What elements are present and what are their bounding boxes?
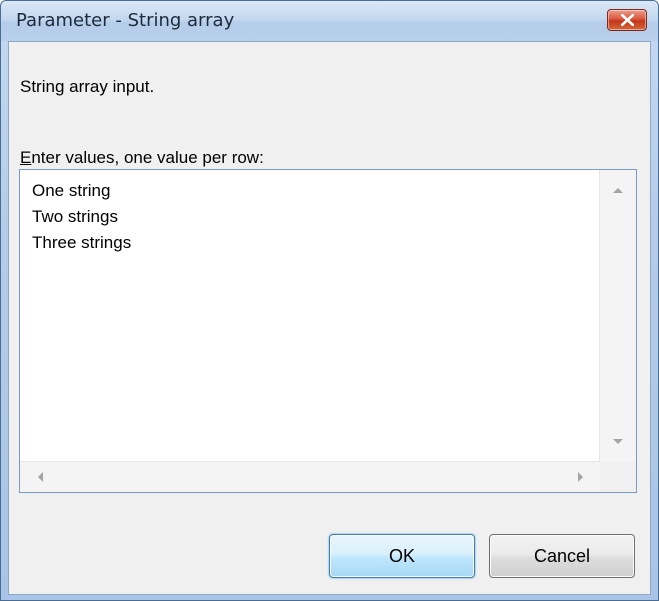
window-title: Parameter - String array [16,10,235,31]
scroll-right-arrow-icon[interactable] [578,472,583,482]
values-label-text: nter values, one value per row: [31,148,264,167]
ok-button[interactable]: OK [329,534,475,578]
values-label: Enter values, one value per row: [20,148,264,168]
vertical-scrollbar[interactable] [599,170,636,462]
value-line: One string [32,181,111,200]
title-bar[interactable]: Parameter - String array [1,1,658,41]
dialog-window: Parameter - String array String array in… [0,0,659,601]
horizontal-scrollbar[interactable] [20,461,600,492]
close-button[interactable] [607,9,647,31]
cancel-button[interactable]: Cancel [489,534,635,578]
values-text: One string Two strings Three strings [32,178,131,256]
parameter-description: String array input. [20,77,155,96]
scroll-left-arrow-icon[interactable] [38,472,43,482]
values-label-mnemonic: E [20,148,32,167]
scroll-up-arrow-icon[interactable] [613,188,623,193]
value-line: Three strings [32,233,132,252]
values-textarea[interactable]: One string Two strings Three strings [19,169,637,493]
close-icon [621,14,634,26]
scrollbar-corner [600,462,636,492]
value-line: Two strings [32,207,118,226]
scroll-down-arrow-icon[interactable] [613,439,623,444]
